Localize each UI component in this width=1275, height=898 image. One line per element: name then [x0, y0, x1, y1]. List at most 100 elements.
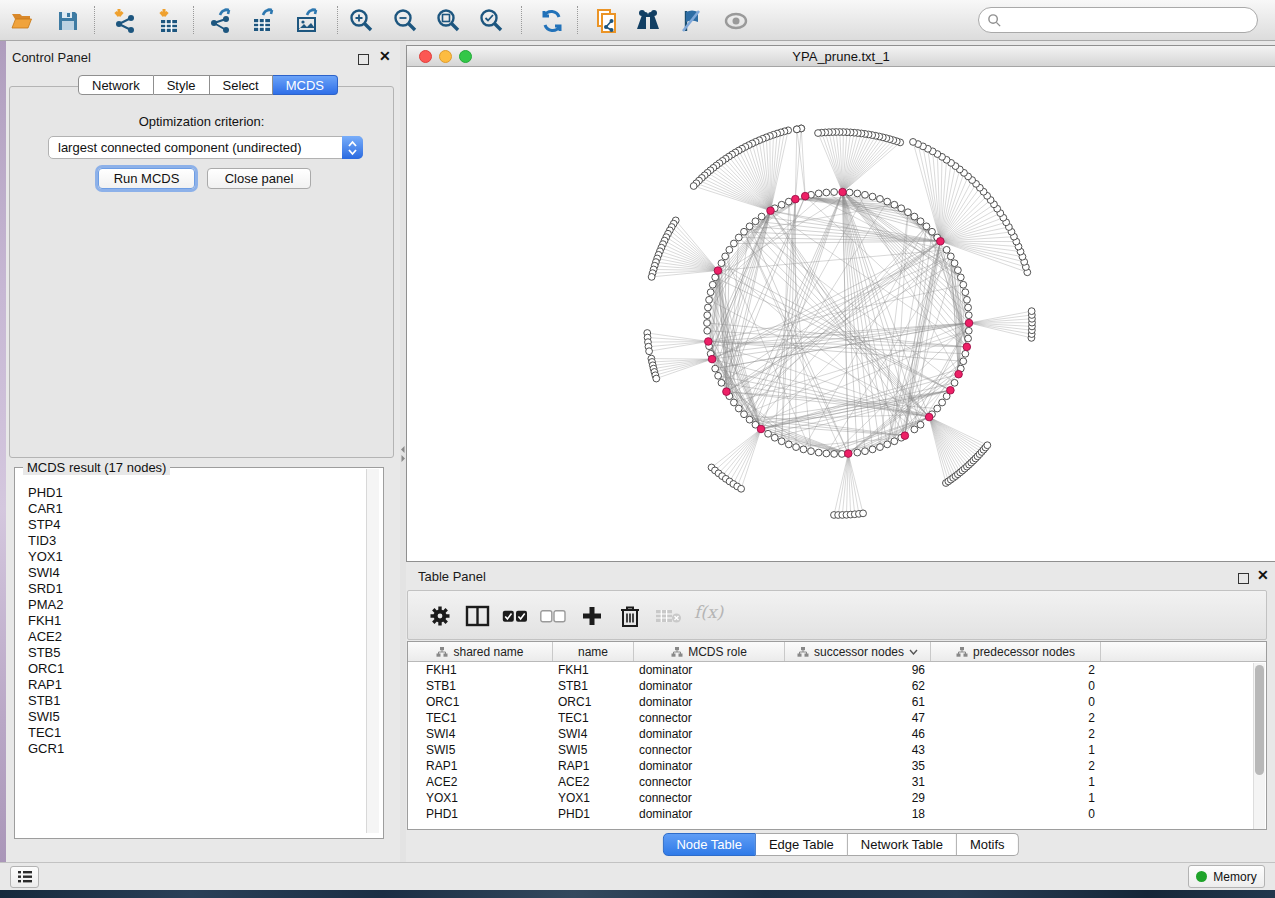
network-node[interactable] [929, 228, 936, 235]
mcds-result-item[interactable]: TID3 [16, 533, 364, 549]
network-leaf-node[interactable] [815, 130, 822, 137]
function-builder-icon[interactable]: f(x) [694, 602, 723, 622]
table-tab-motifs[interactable]: Motifs [957, 833, 1019, 856]
select-all-icon[interactable] [502, 609, 528, 627]
network-node[interactable] [884, 198, 891, 205]
table-tab-edge-table[interactable]: Edge Table [756, 833, 848, 856]
zoom-out-icon[interactable] [389, 4, 423, 37]
table-tab-node-table[interactable]: Node Table [662, 833, 756, 856]
zoom-fit-icon[interactable] [432, 4, 466, 37]
mcds-dominator-node[interactable] [963, 343, 971, 351]
network-node[interactable] [831, 451, 838, 458]
control-panel-tab-mcds[interactable]: MCDS [273, 75, 338, 95]
network-node[interactable] [704, 327, 711, 334]
network-node[interactable] [960, 358, 967, 365]
table-scrollbar[interactable] [1253, 663, 1265, 829]
float-table-panel-icon[interactable] [1238, 570, 1249, 588]
control-panel-tab-style[interactable]: Style [154, 75, 210, 95]
column-header-successor-nodes[interactable]: successor nodes [785, 642, 931, 661]
network-node[interactable] [960, 281, 967, 288]
network-node[interactable] [722, 253, 729, 260]
control-panel-tab-network[interactable]: Network [78, 75, 154, 95]
mcds-result-item[interactable]: STB1 [16, 693, 364, 709]
mcds-dominator-node[interactable] [839, 188, 847, 196]
close-panel-icon[interactable]: ✕ [379, 47, 391, 65]
network-node[interactable] [823, 450, 830, 457]
column-header-MCDS-role[interactable]: MCDS role [634, 642, 785, 661]
zoom-in-icon[interactable] [345, 4, 379, 37]
network-node[interactable] [730, 240, 737, 247]
network-node[interactable] [778, 201, 785, 208]
mcds-result-item[interactable]: PHD1 [16, 485, 364, 501]
control-panel-tab-select[interactable]: Select [210, 75, 273, 95]
network-node[interactable] [862, 448, 869, 455]
table-row-ACE2[interactable]: ACE2ACE2connector311 [408, 774, 1266, 790]
mcds-list-scrollbar[interactable] [366, 469, 379, 833]
network-node[interactable] [911, 426, 918, 433]
deselect-all-icon[interactable] [540, 609, 566, 627]
mcds-result-item[interactable]: CAR1 [16, 501, 364, 517]
network-node[interactable] [808, 448, 815, 455]
network-node[interactable] [752, 218, 759, 225]
network-node[interactable] [718, 379, 725, 386]
mcds-dominator-node[interactable] [714, 267, 722, 275]
mcds-dominator-node[interactable] [901, 432, 909, 440]
network-node[interactable] [712, 274, 719, 281]
float-panel-icon[interactable] [358, 51, 369, 69]
network-node[interactable] [746, 416, 753, 423]
network-node[interactable] [735, 234, 742, 241]
column-header-predecessor-nodes[interactable]: predecessor nodes [931, 642, 1101, 661]
mcds-dominator-node[interactable] [965, 319, 973, 327]
import-network-icon[interactable] [108, 4, 142, 37]
network-node[interactable] [771, 434, 778, 441]
network-node[interactable] [917, 218, 924, 225]
network-graph-canvas[interactable] [407, 67, 1274, 561]
network-node[interactable] [854, 449, 861, 456]
network-node[interactable] [746, 223, 753, 230]
network-node[interactable] [943, 246, 950, 253]
close-table-panel-icon[interactable]: ✕ [1257, 566, 1269, 584]
mcds-result-item[interactable]: TEC1 [16, 725, 364, 741]
network-node[interactable] [707, 289, 714, 296]
table-scrollbar-thumb[interactable] [1255, 665, 1264, 775]
network-node[interactable] [951, 379, 958, 386]
network-leaf-node[interactable] [984, 442, 991, 449]
mcds-dominator-node[interactable] [792, 195, 800, 203]
mcds-dominator-node[interactable] [705, 338, 713, 346]
network-node[interactable] [854, 190, 861, 197]
network-node[interactable] [706, 296, 713, 303]
optimization-criterion-select[interactable]: largest connected component (undirected) [48, 136, 363, 159]
network-node[interactable] [939, 399, 946, 406]
mcds-dominator-node[interactable] [937, 237, 945, 245]
hide-selected-icon[interactable] [674, 4, 708, 37]
network-node[interactable] [815, 190, 822, 197]
table-settings-icon[interactable] [428, 604, 452, 632]
network-node[interactable] [709, 281, 716, 288]
mcds-result-item[interactable]: GCR1 [16, 741, 364, 757]
network-node[interactable] [815, 449, 822, 456]
table-row-SWI5[interactable]: SWI5SWI5connector431 [408, 742, 1266, 758]
network-node[interactable] [877, 196, 884, 203]
mcds-result-item[interactable]: STP4 [16, 517, 364, 533]
mcds-result-item[interactable]: ACE2 [16, 629, 364, 645]
network-node[interactable] [704, 312, 711, 319]
network-node[interactable] [735, 405, 742, 412]
network-node[interactable] [923, 223, 930, 230]
mcds-result-item[interactable]: STB5 [16, 645, 364, 661]
mcds-result-item[interactable]: SWI5 [16, 709, 364, 725]
network-leaf-node[interactable] [738, 485, 745, 492]
network-window-titlebar[interactable]: YPA_prune.txt_1 [407, 46, 1275, 67]
network-leaf-node[interactable] [793, 126, 800, 133]
network-node[interactable] [862, 191, 869, 198]
network-node[interactable] [705, 304, 712, 311]
network-node[interactable] [726, 246, 733, 253]
export-table-icon[interactable] [246, 4, 280, 37]
network-node[interactable] [911, 213, 918, 220]
table-row-YOX1[interactable]: YOX1YOX1connector291 [408, 790, 1266, 806]
network-node[interactable] [741, 228, 748, 235]
network-node[interactable] [765, 430, 772, 437]
network-node[interactable] [785, 441, 792, 448]
panel-mode-icon[interactable] [465, 604, 490, 632]
mcds-dominator-node[interactable] [708, 355, 716, 363]
network-node[interactable] [951, 260, 958, 267]
